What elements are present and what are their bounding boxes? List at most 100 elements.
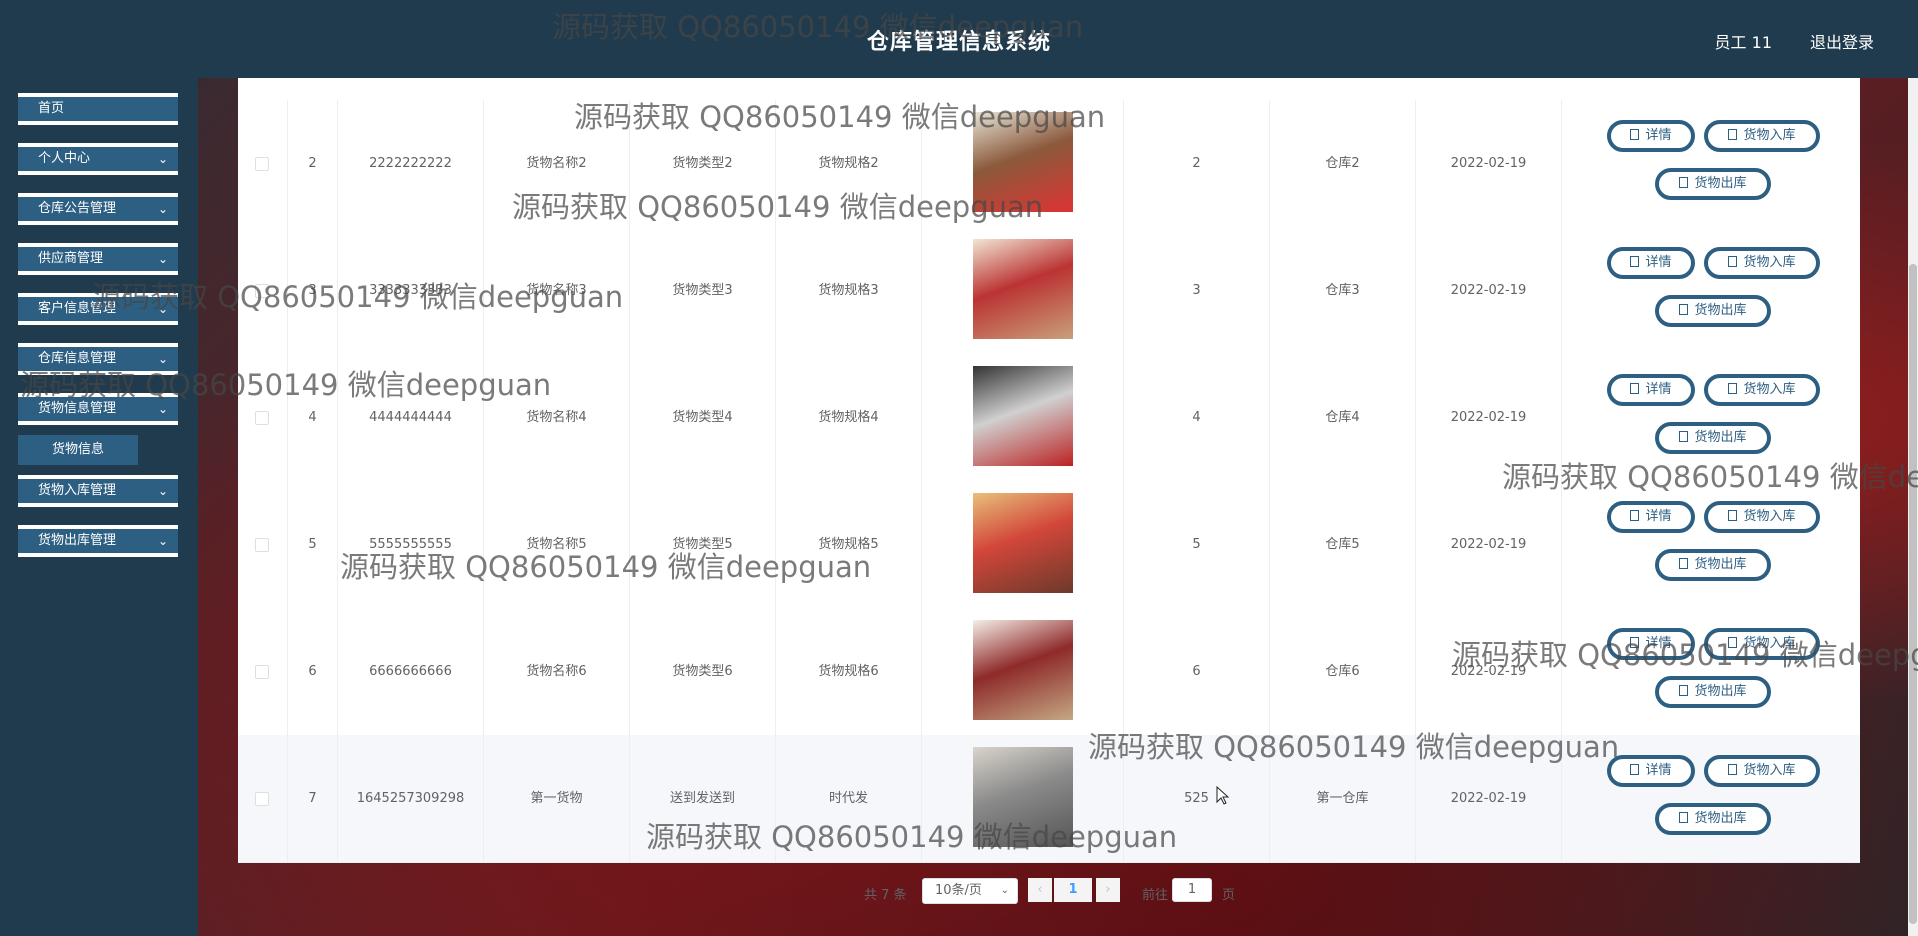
stock-in-button[interactable]: 货物入库 (1704, 628, 1820, 660)
next-page-button[interactable]: › (1096, 878, 1120, 902)
logout-link[interactable]: 退出登录 (1810, 29, 1874, 53)
sidebar-item-home[interactable]: 首页 (18, 93, 178, 125)
sidebar-item-label: 客户信息管理 (38, 301, 117, 316)
cell-type: 货物类型2 (630, 100, 776, 227)
cell-type: 货物类型4 (630, 354, 776, 481)
page-size-select[interactable]: 10条/页 ⌄ (922, 878, 1018, 904)
document-icon (1679, 177, 1689, 188)
goods-image (973, 112, 1073, 212)
detail-button[interactable]: 详情 (1607, 120, 1695, 152)
select-cell (238, 227, 288, 354)
sidebar-subitem-goods-info[interactable]: 货物信息 (18, 435, 138, 465)
sidebar-item-label: 仓库信息管理 (38, 351, 117, 366)
sidebar-item-label: 仓库公告管理 (38, 201, 117, 216)
sidebar-item-suppliers[interactable]: 供应商管理 ⌄ (18, 243, 178, 275)
stock-in-button[interactable]: 货物入库 (1704, 755, 1820, 787)
table-row: 6 6666666666 货物名称6 货物类型6 货物规格6 6 仓库6 2022-02-19… (238, 608, 1860, 736)
pagination: 共 7 条 10条/页 ⌄ ‹ 1 › 前往 1 页 (238, 862, 1860, 922)
select-cell (238, 735, 288, 862)
stock-out-button-label: 货物出库 (1694, 684, 1747, 699)
table-row: 3 3333333333 货物名称3 货物类型3 货物规格3 3 仓库3 2022-02-19… (238, 227, 1860, 355)
detail-button-label: 详情 (1645, 382, 1672, 397)
row-checkbox[interactable] (255, 157, 269, 171)
select-cell (238, 608, 288, 735)
stock-out-button[interactable]: 货物出库 (1655, 676, 1771, 708)
document-icon (1679, 304, 1689, 315)
prev-page-button[interactable]: ‹ (1028, 878, 1052, 902)
vertical-scrollbar[interactable] (1908, 78, 1918, 936)
cell-name: 货物名称3 (484, 227, 630, 354)
row-checkbox[interactable] (255, 411, 269, 425)
stock-out-button-label: 货物出库 (1694, 557, 1747, 572)
detail-button[interactable]: 详情 (1607, 501, 1695, 533)
sidebar-item-stock-in[interactable]: 货物入库管理 ⌄ (18, 475, 178, 507)
document-icon (1728, 510, 1738, 521)
stock-in-button-label: 货物入库 (1743, 382, 1796, 397)
sidebar: 首页 个人中心 ⌄ 仓库公告管理 ⌄ 供应商管理 ⌄ 客户信息管理 ⌄ 仓库信息… (0, 78, 198, 936)
cell-code: 2222222222 (338, 100, 484, 227)
stock-out-button[interactable]: 货物出库 (1655, 422, 1771, 454)
stock-in-button[interactable]: 货物入库 (1704, 501, 1820, 533)
document-icon (1630, 256, 1640, 267)
select-cell (238, 354, 288, 481)
cell-index: 2 (288, 100, 338, 227)
cell-qty: 525 (1124, 735, 1270, 862)
cell-index: 3 (288, 227, 338, 354)
detail-button[interactable]: 详情 (1607, 755, 1695, 787)
stock-out-button[interactable]: 货物出库 (1655, 549, 1771, 581)
current-page[interactable]: 1 (1054, 878, 1092, 902)
detail-button[interactable]: 详情 (1607, 374, 1695, 406)
document-icon (1630, 764, 1640, 775)
sidebar-item-customers[interactable]: 客户信息管理 ⌄ (18, 293, 178, 325)
sidebar-item-announcements[interactable]: 仓库公告管理 ⌄ (18, 193, 178, 225)
top-header: 仓库管理信息系统 员工 11 退出登录 (0, 0, 1918, 78)
stock-out-button[interactable]: 货物出库 (1655, 295, 1771, 327)
goto-page-input[interactable]: 1 (1172, 878, 1212, 902)
sidebar-item-warehouses[interactable]: 仓库信息管理 ⌄ (18, 343, 178, 375)
sidebar-item-stock-out[interactable]: 货物出库管理 ⌄ (18, 525, 178, 557)
cell-spec: 货物规格3 (776, 227, 922, 354)
detail-button-label: 详情 (1645, 636, 1672, 651)
current-user: 员工 11 (1714, 33, 1772, 52)
stock-out-button-label: 货物出库 (1694, 176, 1747, 191)
detail-button[interactable]: 详情 (1607, 628, 1695, 660)
cell-date: 2022-02-19 (1416, 354, 1562, 481)
cell-warehouse: 仓库4 (1270, 354, 1416, 481)
cell-index: 4 (288, 354, 338, 481)
scrollbar-thumb[interactable] (1909, 264, 1917, 924)
stock-in-button[interactable]: 货物入库 (1704, 247, 1820, 279)
select-cell (238, 100, 288, 227)
row-checkbox[interactable] (255, 792, 269, 806)
stock-in-button[interactable]: 货物入库 (1704, 374, 1820, 406)
cell-date: 2022-02-19 (1416, 608, 1562, 735)
cell-date: 2022-02-19 (1416, 481, 1562, 608)
row-checkbox[interactable] (255, 665, 269, 679)
goods-image (973, 366, 1073, 466)
chevron-down-icon: ⌄ (157, 352, 168, 366)
app-title: 仓库管理信息系统 (866, 30, 1051, 55)
document-icon (1728, 764, 1738, 775)
mouse-cursor-icon (1216, 786, 1230, 805)
document-icon (1679, 558, 1689, 569)
sidebar-item-goods[interactable]: 货物信息管理 ⌄ (18, 393, 178, 425)
chevron-down-icon: ⌄ (157, 402, 168, 416)
sidebar-item-personal-center[interactable]: 个人中心 ⌄ (18, 143, 178, 175)
row-checkbox[interactable] (255, 284, 269, 298)
stock-in-button[interactable]: 货物入库 (1704, 120, 1820, 152)
row-checkbox[interactable] (255, 538, 269, 552)
document-icon (1630, 383, 1640, 394)
chevron-down-icon: ⌄ (157, 202, 168, 216)
document-icon (1728, 637, 1738, 648)
stock-out-button[interactable]: 货物出库 (1655, 168, 1771, 200)
chevron-down-icon: ⌄ (157, 534, 168, 548)
document-icon (1728, 129, 1738, 140)
table-row: 2 2222222222 货物名称2 货物类型2 货物规格2 2 仓库2 2022-02-19… (238, 100, 1860, 228)
stock-in-button-label: 货物入库 (1743, 763, 1796, 778)
stock-out-button[interactable]: 货物出库 (1655, 803, 1771, 835)
cell-name: 货物名称6 (484, 608, 630, 735)
cell-index: 6 (288, 608, 338, 735)
table-row: 5 5555555555 货物名称5 货物类型5 货物规格5 5 仓库5 2022-02-19… (238, 481, 1860, 609)
cell-name: 货物名称5 (484, 481, 630, 608)
detail-button[interactable]: 详情 (1607, 247, 1695, 279)
goods-image (973, 747, 1073, 847)
